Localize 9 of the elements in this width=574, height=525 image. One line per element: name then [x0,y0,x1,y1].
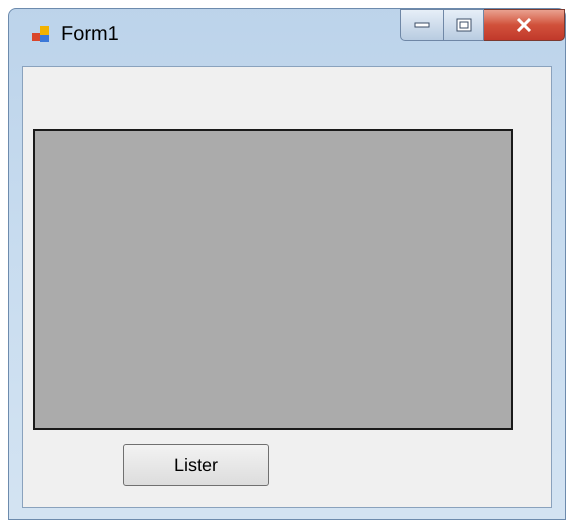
close-icon [516,18,532,32]
minimize-icon [414,22,430,28]
maximize-icon [456,18,472,32]
list-button[interactable]: Lister [123,444,269,486]
window-title: Form1 [61,22,119,47]
maximize-button[interactable] [444,9,484,41]
minimize-button[interactable] [400,9,444,41]
app-icon [31,24,51,44]
close-button[interactable] [484,9,565,41]
